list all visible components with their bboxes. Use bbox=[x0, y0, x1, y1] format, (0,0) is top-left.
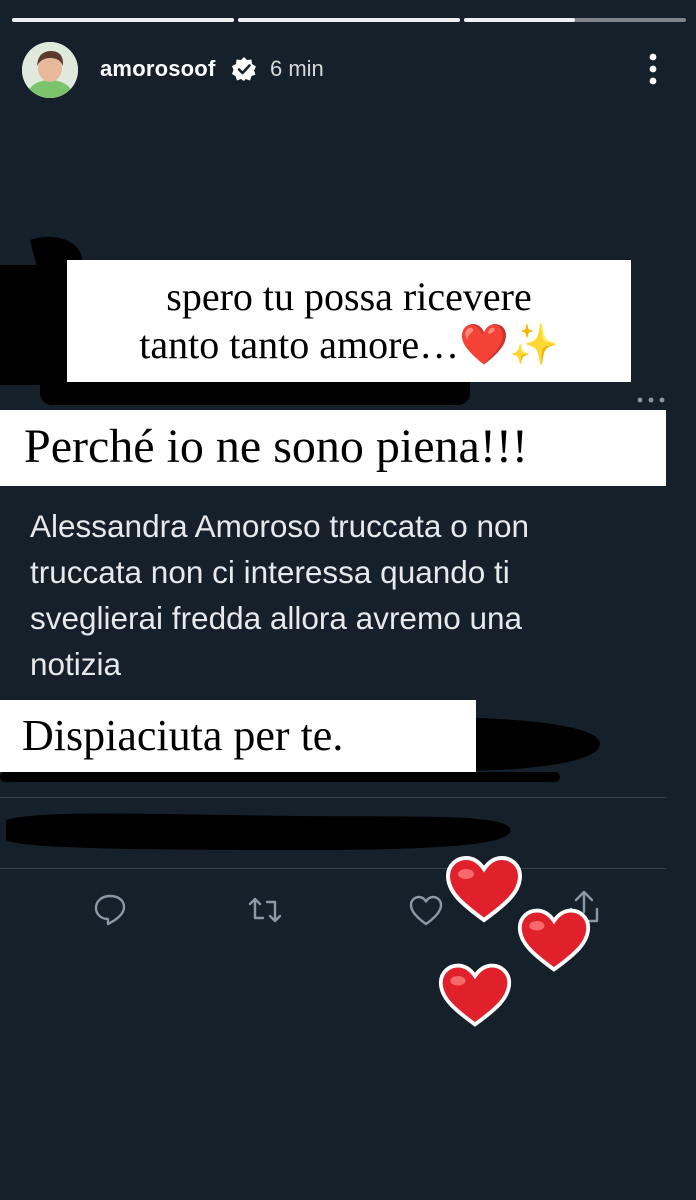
tweet-text: Alessandra Amoroso truccata o non trucca… bbox=[30, 503, 670, 687]
tweet-text-line: sveglierai fredda allora avremo una bbox=[30, 600, 523, 636]
avatar-image bbox=[22, 42, 78, 98]
red-heart-sticker-icon bbox=[517, 908, 591, 972]
caption-line-1: spero tu possa ricevere bbox=[166, 274, 532, 319]
caption-line-2: tanto tanto amore…❤️✨ bbox=[67, 321, 631, 369]
tweet-text-line: Alessandra Amoroso truccata o non bbox=[30, 508, 530, 544]
retweet-icon[interactable] bbox=[247, 892, 283, 928]
red-heart-sticker-icon bbox=[445, 855, 523, 923]
tweet-more-icon[interactable] bbox=[636, 392, 666, 403]
caption-hope: spero tu possa ricevere tanto tanto amor… bbox=[67, 260, 631, 382]
divider bbox=[0, 868, 666, 869]
post-time: 6 min bbox=[270, 56, 324, 81]
caption-exclaim: Perché io ne sono piena!!! bbox=[0, 410, 666, 486]
avatar[interactable] bbox=[22, 42, 78, 98]
heart-sparkles-emoji: ❤️✨ bbox=[459, 322, 559, 368]
like-heart-icon[interactable] bbox=[408, 893, 444, 929]
story-viewer: amorosoof 6 min spero tu possa ricevere … bbox=[0, 0, 696, 1200]
divider bbox=[0, 797, 666, 798]
username[interactable]: amorosoof bbox=[100, 56, 215, 82]
verified-badge-icon bbox=[232, 57, 256, 81]
caption-line-2-text: tanto tanto amore… bbox=[139, 322, 460, 367]
red-heart-sticker-icon bbox=[438, 963, 512, 1027]
story-progress-bar-1 bbox=[12, 18, 234, 22]
more-vertical-icon[interactable] bbox=[643, 52, 663, 86]
tweet-text-line: notizia bbox=[30, 646, 122, 682]
caption-sorry: Dispiaciuta per te. bbox=[0, 700, 476, 772]
story-progress-bar-3 bbox=[464, 18, 686, 22]
reply-icon[interactable] bbox=[92, 891, 128, 927]
tweet-text-line: truccata non ci interessa quando ti bbox=[30, 554, 510, 590]
story-progress-bar-2 bbox=[238, 18, 460, 22]
